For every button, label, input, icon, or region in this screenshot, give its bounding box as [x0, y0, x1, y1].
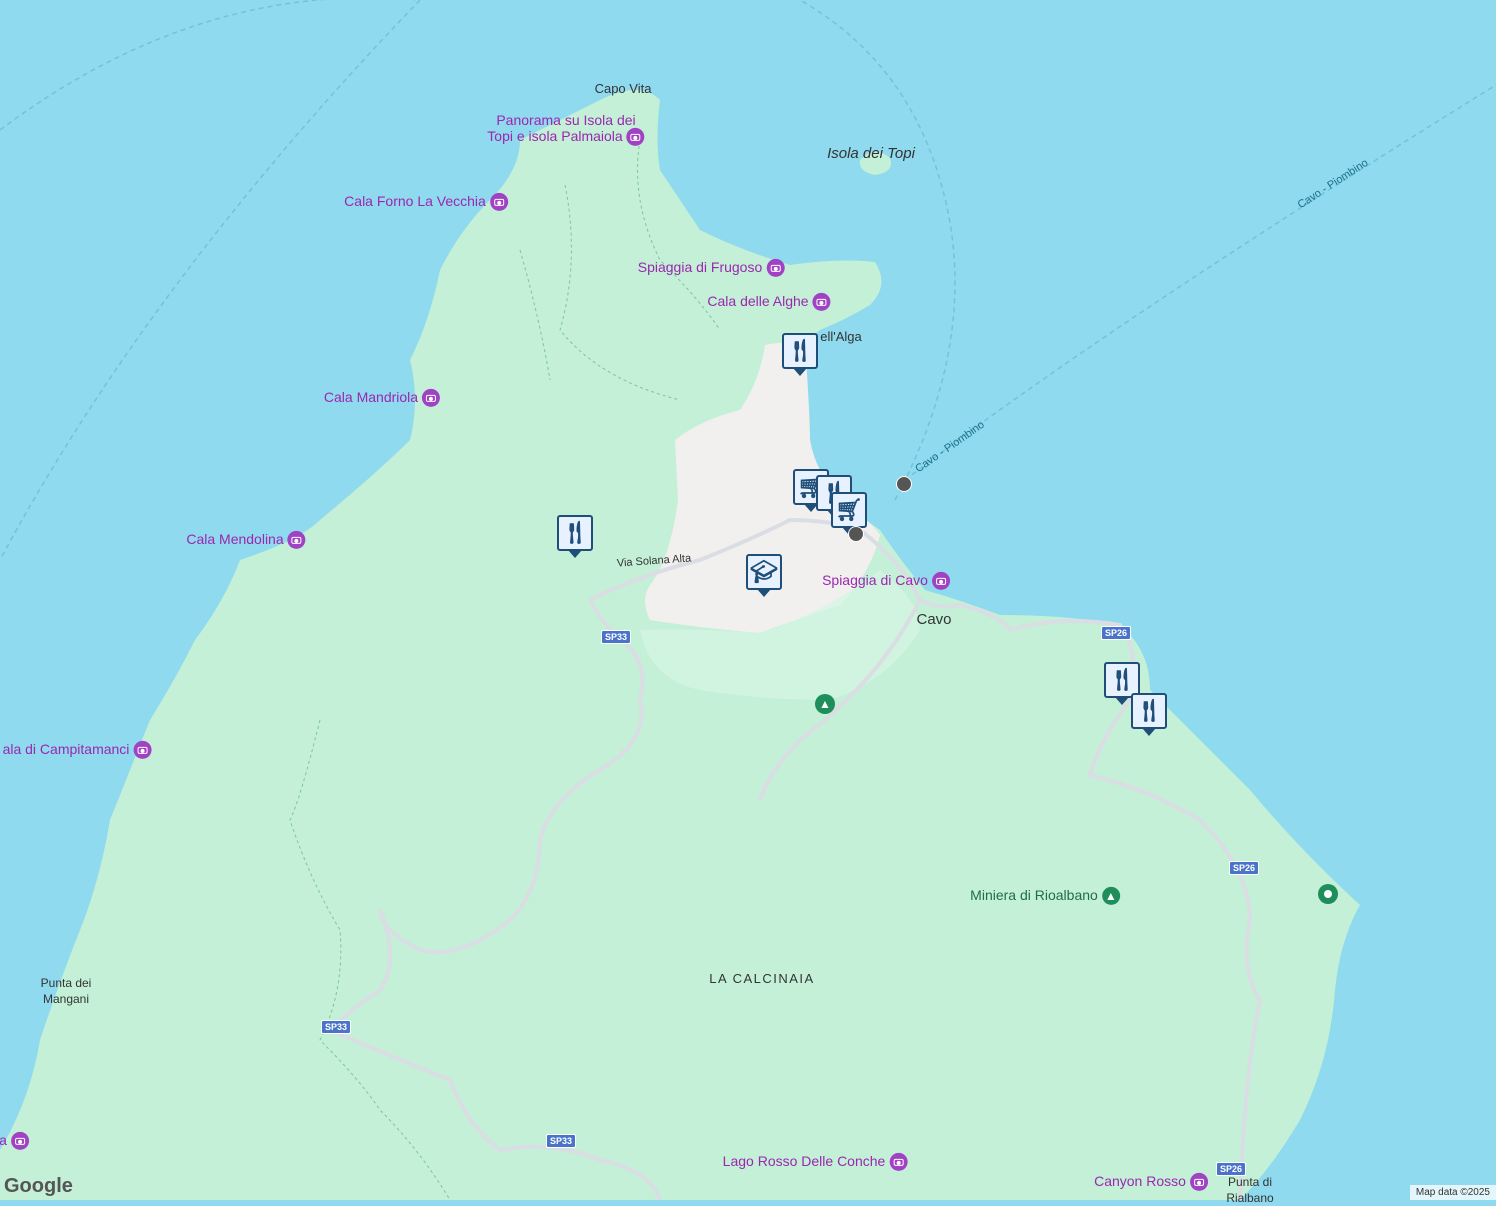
- poi-spiaggia-frugoso[interactable]: Spiaggia di Frugoso: [638, 259, 785, 277]
- restaurant-marker[interactable]: 🍴︎: [557, 515, 593, 551]
- camera-icon: [813, 293, 831, 311]
- poi-cala-forno-label: Cala Forno La Vecchia: [344, 193, 486, 209]
- campground-icon[interactable]: ▲: [815, 694, 835, 714]
- restaurant-icon: 🍴︎: [561, 520, 589, 546]
- camera-icon: [422, 389, 440, 407]
- camera-icon: [932, 572, 950, 590]
- camera-icon: [490, 193, 508, 211]
- area-label-la-calcinaia: LA CALCINAIA: [709, 971, 814, 987]
- poi-miniera-label: Miniera di Rioalbano: [970, 887, 1098, 903]
- restaurant-icon: 🍴︎: [1108, 667, 1136, 693]
- restaurant-marker[interactable]: 🍴︎: [1131, 693, 1167, 729]
- poi-edge-a-label: a: [0, 1132, 7, 1148]
- poi-spiaggia-cavo-label: Spiaggia di Cavo: [822, 572, 928, 588]
- camera-icon: [11, 1132, 29, 1150]
- road-shield-sp26: SP26: [1229, 861, 1259, 875]
- ferry-terminal-icon[interactable]: [848, 526, 864, 542]
- camera-icon: [133, 741, 151, 759]
- poi-edge-a[interactable]: a: [0, 1132, 29, 1150]
- poi-canyon-rosso-label: Canyon Rosso: [1094, 1173, 1186, 1189]
- road-shield-sp33: SP33: [601, 630, 631, 644]
- camera-icon: [627, 128, 645, 146]
- google-logo: Google: [4, 1175, 73, 1198]
- map-canvas[interactable]: [0, 0, 1496, 1200]
- poi-campitamanci[interactable]: ala di Campitamanci: [3, 741, 152, 759]
- poi-lago-rosso[interactable]: Lago Rosso Delle Conche: [723, 1153, 908, 1171]
- road-shield-sp33: SP33: [546, 1134, 576, 1148]
- poi-miniera[interactable]: Miniera di Rioalbano▲: [970, 887, 1120, 905]
- road-shield-sp26: SP26: [1101, 626, 1131, 640]
- poi-cala-mandriola[interactable]: Cala Mandriola: [324, 389, 440, 407]
- ferry-terminal-icon[interactable]: [896, 476, 912, 492]
- camera-icon: [766, 259, 784, 277]
- place-label-punta-di-rialbano: Punta di Rialbano: [1226, 1174, 1273, 1206]
- poi-spiaggia-cavo[interactable]: Spiaggia di Cavo: [822, 572, 950, 590]
- poi-cala-alghe[interactable]: Cala delle Alghe: [707, 293, 830, 311]
- poi-cala-alghe-label: Cala delle Alghe: [707, 293, 808, 309]
- place-pin[interactable]: [1318, 884, 1338, 904]
- poi-cala-forno[interactable]: Cala Forno La Vecchia: [344, 193, 508, 211]
- camera-icon: [889, 1153, 907, 1171]
- restaurant-icon: 🍴︎: [786, 338, 814, 364]
- place-label-capo-vita: Capo Vita: [595, 81, 652, 97]
- place-label-punta-dei-mangani: Punta dei Mangani: [41, 975, 92, 1007]
- sea-label-isola-dei-topi: Isola dei Topi: [827, 146, 915, 162]
- camera-icon: [288, 531, 306, 549]
- poi-cala-mendolina-label: Cala Mendolina: [186, 531, 283, 547]
- school-marker[interactable]: 🎓︎: [746, 554, 782, 590]
- poi-cala-mendolina[interactable]: Cala Mendolina: [186, 531, 305, 549]
- poi-lago-rosso-label: Lago Rosso Delle Conche: [723, 1153, 886, 1169]
- poi-campitamanci-label: ala di Campitamanci: [3, 741, 130, 757]
- road-shield-sp26: SP26: [1216, 1162, 1246, 1176]
- shopping-cart-icon: 🛒︎: [835, 497, 863, 523]
- poi-spiaggia-frugoso-label: Spiaggia di Frugoso: [638, 259, 763, 275]
- camera-icon: [1190, 1173, 1208, 1191]
- place-label-cavo: Cavo: [916, 612, 951, 628]
- road-label-alga: ell'Alga: [820, 329, 862, 345]
- restaurant-icon: 🍴︎: [1135, 698, 1163, 724]
- poi-panorama[interactable]: Panorama su Isola dei Topi e isola Palma…: [487, 112, 644, 146]
- graduation-cap-icon: 🎓︎: [750, 559, 778, 585]
- tree-icon: ▲: [1102, 887, 1120, 905]
- poi-cala-mandriola-label: Cala Mandriola: [324, 389, 418, 405]
- restaurant-marker[interactable]: 🍴︎: [782, 333, 818, 369]
- poi-canyon-rosso[interactable]: Canyon Rosso: [1094, 1173, 1208, 1191]
- road-shield-sp33: SP33: [321, 1020, 351, 1034]
- poi-panorama-label: Panorama su Isola dei Topi e isola Palma…: [487, 112, 635, 144]
- map-attribution[interactable]: Map data ©2025: [1410, 1185, 1496, 1200]
- shop-marker[interactable]: 🛒︎: [831, 492, 867, 528]
